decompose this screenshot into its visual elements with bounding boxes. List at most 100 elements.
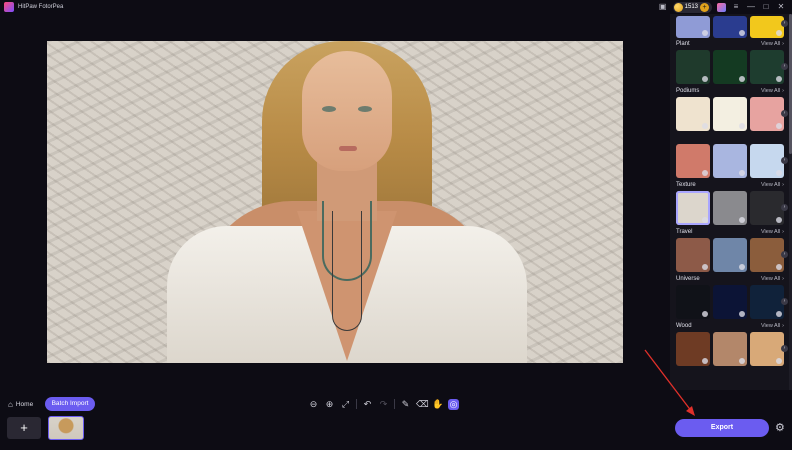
view-all-link[interactable]: View All ›	[761, 276, 784, 282]
annotation-arrow-head	[686, 406, 695, 416]
download-icon	[702, 217, 708, 223]
photo-eye	[358, 106, 372, 112]
background-thumb[interactable]	[750, 144, 784, 178]
background-thumb[interactable]	[750, 50, 784, 84]
row-next-icon[interactable]: ›	[781, 298, 788, 305]
zoom-out-icon[interactable]: ⊖	[308, 399, 319, 410]
background-thumb[interactable]	[750, 191, 784, 225]
menu-icon[interactable]: ≡	[731, 0, 741, 14]
batch-import-button[interactable]: Batch Import	[45, 397, 95, 411]
download-icon	[776, 76, 782, 82]
background-thumb[interactable]	[750, 332, 784, 366]
add-image-button[interactable]: +	[7, 417, 41, 439]
download-icon	[702, 170, 708, 176]
row-next-icon[interactable]: ›	[781, 345, 788, 352]
row-next-icon[interactable]: ›	[781, 110, 788, 117]
maximize-icon[interactable]: □	[761, 0, 771, 14]
eraser-icon[interactable]: ⌫	[416, 399, 429, 410]
background-thumb[interactable]	[713, 97, 747, 131]
category-label: Podiums	[676, 88, 700, 94]
row-next-icon[interactable]: ›	[781, 204, 788, 211]
download-icon	[702, 358, 708, 364]
badge-icon[interactable]	[717, 2, 726, 12]
background-thumb[interactable]	[676, 144, 710, 178]
download-icon	[776, 123, 782, 129]
canvas-toolbar: ⊖ ⊕ ⤢ ↶ ↷ ✎ ⌫ ✋ ◎	[308, 397, 459, 411]
coin-icon	[673, 2, 683, 12]
download-icon	[702, 311, 708, 317]
thumb-row-top	[676, 16, 784, 38]
photo-mouth	[339, 146, 357, 151]
settings-gear-icon[interactable]: ⚙	[775, 421, 785, 435]
background-thumb[interactable]	[676, 285, 710, 319]
brush-icon[interactable]: ✎	[400, 399, 411, 410]
zoom-in-icon[interactable]: ⊕	[324, 399, 335, 410]
view-all-label: View All	[760, 276, 781, 282]
thumb-row	[676, 97, 784, 131]
view-all-link[interactable]: View All ›	[761, 41, 784, 47]
view-all-label: View All	[760, 323, 781, 329]
row-next-icon[interactable]: ›	[781, 157, 788, 164]
background-thumb[interactable]	[750, 238, 784, 272]
download-icon	[739, 311, 745, 317]
view-all-link[interactable]: View All ›	[761, 182, 784, 188]
image-thumbnail[interactable]	[48, 416, 84, 440]
thumb-row	[676, 191, 784, 225]
fit-screen-icon[interactable]: ⤢	[340, 399, 351, 410]
photo-canvas[interactable]	[47, 41, 623, 363]
background-thumb[interactable]	[713, 16, 747, 38]
category-label: Plant	[676, 41, 690, 47]
background-thumb[interactable]	[750, 97, 784, 131]
download-icon	[776, 170, 782, 176]
undo-icon[interactable]: ↶	[362, 399, 373, 410]
ai-select-icon[interactable]: ◎	[448, 398, 459, 410]
chevron-right-icon: ›	[782, 229, 784, 235]
background-thumb[interactable]	[713, 285, 747, 319]
background-thumb[interactable]	[676, 238, 710, 272]
chevron-right-icon: ›	[782, 182, 784, 188]
redo-icon[interactable]: ↷	[378, 399, 389, 410]
background-thumb[interactable]	[676, 191, 710, 225]
background-thumb[interactable]	[676, 50, 710, 84]
view-all-link[interactable]: View All ›	[761, 229, 784, 235]
chevron-right-icon: ›	[782, 323, 784, 329]
row-next-icon[interactable]: ›	[781, 20, 788, 27]
background-thumb[interactable]	[713, 191, 747, 225]
close-icon[interactable]: ✕	[776, 0, 786, 14]
download-icon	[702, 30, 708, 36]
discord-icon[interactable]: ▣	[658, 0, 668, 14]
background-thumb[interactable]	[713, 238, 747, 272]
background-thumb[interactable]	[713, 50, 747, 84]
annotation-arrow-line	[644, 349, 693, 413]
background-thumb[interactable]	[713, 144, 747, 178]
download-icon	[739, 170, 745, 176]
view-all-label: View All	[760, 229, 781, 235]
minimize-icon[interactable]: —	[746, 0, 756, 14]
credits-pill[interactable]: 1513 +	[672, 1, 712, 13]
canvas-area	[0, 14, 670, 390]
view-all-label: View All	[760, 182, 781, 188]
thumb-row	[676, 144, 784, 178]
view-all-link[interactable]: View All ›	[761, 88, 784, 94]
plus-icon[interactable]: +	[700, 2, 709, 12]
download-icon	[739, 123, 745, 129]
view-all-label: View All	[760, 88, 781, 94]
app-logo-icon	[4, 2, 14, 12]
export-button[interactable]: Export	[675, 419, 769, 437]
home-button[interactable]: ⌂ Home	[8, 397, 33, 411]
home-icon: ⌂	[8, 399, 13, 409]
background-thumb[interactable]	[676, 16, 710, 38]
download-icon	[702, 264, 708, 270]
home-label: Home	[15, 400, 34, 408]
background-thumb[interactable]	[713, 332, 747, 366]
download-icon	[702, 76, 708, 82]
background-thumb[interactable]	[676, 97, 710, 131]
row-next-icon[interactable]: ›	[781, 63, 788, 70]
thumb-row	[676, 285, 784, 319]
row-next-icon[interactable]: ›	[781, 251, 788, 258]
download-icon	[776, 264, 782, 270]
hand-icon[interactable]: ✋	[432, 399, 443, 410]
background-thumb[interactable]	[750, 16, 784, 38]
view-all-link[interactable]: View All ›	[761, 323, 784, 329]
background-thumb[interactable]	[750, 285, 784, 319]
